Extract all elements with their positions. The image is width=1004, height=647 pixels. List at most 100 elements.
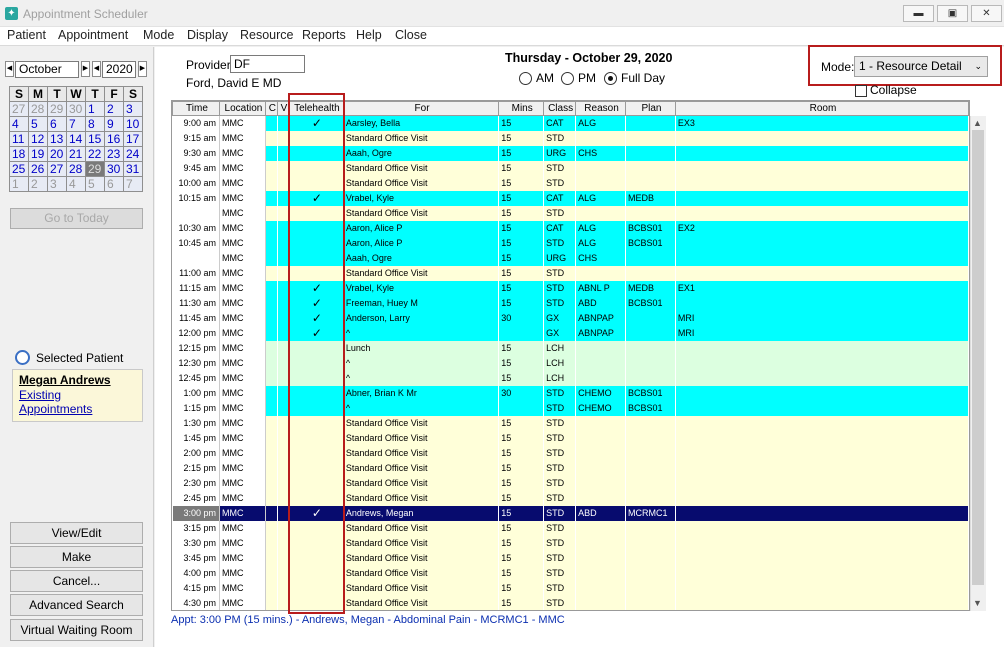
scroll-up-icon[interactable]: ▲: [973, 118, 982, 128]
calendar-day[interactable]: 9: [104, 116, 124, 132]
year-next-button[interactable]: ▶: [138, 61, 147, 77]
calendar-day[interactable]: 24: [123, 146, 143, 162]
menu-help[interactable]: Help: [356, 28, 382, 42]
calendar-day[interactable]: 19: [28, 146, 48, 162]
am-radio[interactable]: [519, 72, 532, 85]
calendar-day[interactable]: 4: [66, 176, 86, 192]
calendar-day[interactable]: 7: [123, 176, 143, 192]
cell-v: [277, 280, 289, 296]
calendar-day-header: W: [66, 86, 86, 102]
cell-reason: ALG: [575, 190, 626, 206]
calendar-day[interactable]: 1: [85, 101, 105, 117]
calendar-day[interactable]: 12: [28, 131, 48, 147]
column-header-time[interactable]: Time: [172, 101, 220, 116]
month-next-button[interactable]: ▶: [81, 61, 90, 77]
cell-c: [265, 130, 278, 146]
calendar-day[interactable]: 28: [28, 101, 48, 117]
calendar-day[interactable]: 6: [104, 176, 124, 192]
column-header-v[interactable]: V: [276, 101, 289, 116]
calendar-day[interactable]: 7: [66, 116, 86, 132]
cell-plan: BCBS01: [625, 295, 676, 311]
full-day-radio[interactable]: [604, 72, 617, 85]
calendar-day[interactable]: 1: [9, 176, 29, 192]
calendar-day[interactable]: 20: [47, 146, 67, 162]
collapse-checkbox[interactable]: [855, 85, 867, 97]
calendar-day[interactable]: 13: [47, 131, 67, 147]
calendar-day[interactable]: 21: [66, 146, 86, 162]
calendar-day[interactable]: 16: [104, 131, 124, 147]
calendar-day[interactable]: 22: [85, 146, 105, 162]
calendar-day[interactable]: 15: [85, 131, 105, 147]
month-prev-button[interactable]: ◀: [5, 61, 14, 77]
calendar-day[interactable]: 31: [123, 161, 143, 177]
selected-patient-name[interactable]: Megan Andrews: [19, 373, 136, 387]
advanced-search-button[interactable]: Advanced Search: [10, 594, 143, 616]
menu-appointment[interactable]: Appointment: [58, 28, 128, 42]
maximize-button[interactable]: ▣: [937, 5, 968, 22]
column-header-c[interactable]: C: [264, 101, 278, 116]
grid-scrollbar-thumb[interactable]: [972, 130, 984, 585]
cancel-button[interactable]: Cancel...: [10, 570, 143, 592]
menu-display[interactable]: Display: [187, 28, 228, 42]
calendar-day[interactable]: 6: [47, 116, 67, 132]
make-button[interactable]: Make: [10, 546, 143, 568]
calendar-day[interactable]: 2: [28, 176, 48, 192]
calendar-day[interactable]: 2: [104, 101, 124, 117]
menu-mode[interactable]: Mode: [143, 28, 174, 42]
calendar-day[interactable]: 3: [47, 176, 67, 192]
calendar-day[interactable]: 26: [28, 161, 48, 177]
calendar-day[interactable]: 29: [85, 161, 105, 177]
cell-c: [265, 445, 278, 461]
calendar-day[interactable]: 5: [85, 176, 105, 192]
go-to-today-button[interactable]: Go to Today: [10, 208, 143, 229]
column-header-plan[interactable]: Plan: [624, 101, 676, 116]
column-header-room[interactable]: Room: [674, 101, 969, 116]
cell-c: [265, 175, 278, 191]
year-field[interactable]: 2020: [102, 61, 136, 78]
pm-radio[interactable]: [561, 72, 574, 85]
column-header-class[interactable]: Class: [543, 101, 577, 116]
cell-mins: 15: [498, 550, 545, 566]
scroll-down-icon[interactable]: ▼: [973, 598, 982, 608]
calendar-day[interactable]: 3: [123, 101, 143, 117]
calendar-day[interactable]: 25: [9, 161, 29, 177]
menu-reports[interactable]: Reports: [302, 28, 346, 42]
view-edit-button[interactable]: View/Edit: [10, 522, 143, 544]
minimize-button[interactable]: ▬: [903, 5, 934, 22]
cell-c: [265, 250, 278, 266]
calendar-day[interactable]: 8: [85, 116, 105, 132]
virtual-waiting-room-button[interactable]: Virtual Waiting Room: [10, 619, 143, 641]
year-prev-button[interactable]: ◀: [92, 61, 101, 77]
close-window-button[interactable]: ✕: [971, 5, 1002, 22]
menu-patient[interactable]: Patient: [7, 28, 46, 42]
menu-close[interactable]: Close: [395, 28, 427, 42]
calendar-day[interactable]: 10: [123, 116, 143, 132]
existing-appointments-link[interactable]: Existing Appointments: [19, 388, 136, 416]
calendar-day[interactable]: 30: [66, 101, 86, 117]
calendar-day[interactable]: 11: [9, 131, 29, 147]
calendar-day[interactable]: 27: [47, 161, 67, 177]
menu-resource[interactable]: Resource: [240, 28, 294, 42]
cell-plan: [625, 205, 676, 221]
cell-for: Vrabel, Kyle: [343, 280, 500, 296]
cell-cls: STD: [543, 475, 577, 491]
calendar-day[interactable]: 18: [9, 146, 29, 162]
column-header-reason[interactable]: Reason: [575, 101, 626, 116]
month-field[interactable]: October: [15, 61, 79, 78]
cell-c: [265, 505, 278, 521]
cell-time: 10:45 am: [172, 235, 220, 251]
calendar-day[interactable]: 14: [66, 131, 86, 147]
column-header-for[interactable]: For: [342, 101, 500, 116]
calendar-day[interactable]: 17: [123, 131, 143, 147]
calendar-day[interactable]: 29: [47, 101, 67, 117]
calendar-day[interactable]: 5: [28, 116, 48, 132]
column-header-mins[interactable]: Mins: [498, 101, 545, 116]
cell-cls: STD: [543, 235, 577, 251]
calendar-day[interactable]: 28: [66, 161, 86, 177]
calendar-day[interactable]: 27: [9, 101, 29, 117]
calendar-day[interactable]: 30: [104, 161, 124, 177]
column-header-location[interactable]: Location: [218, 101, 266, 116]
calendar-day[interactable]: 4: [9, 116, 29, 132]
calendar-day[interactable]: 23: [104, 146, 124, 162]
provider-code-input[interactable]: DF: [230, 55, 305, 73]
